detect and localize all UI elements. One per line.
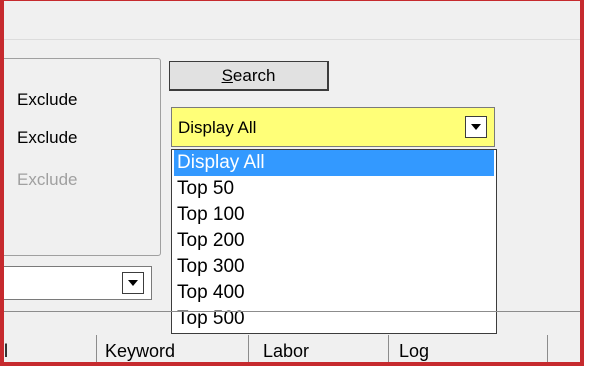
search-button-accesskey: S [221,66,233,85]
dropdown-option-top-200[interactable]: Top 200 [172,228,496,254]
top-strip [4,1,580,40]
search-button[interactable]: Search [169,61,329,91]
chevron-down-icon[interactable] [122,272,144,294]
chevron-down-icon[interactable] [465,116,487,138]
dropdown-option-top-100[interactable]: Top 100 [172,202,496,228]
dropdown-option-display-all[interactable]: Display All [174,150,494,176]
tab-log[interactable]: Log [388,335,548,362]
search-button-label: earch [232,66,276,85]
dropdown-option-top-50[interactable]: Top 50 [172,176,496,202]
secondary-combo[interactable] [4,266,152,300]
exclude-label-1: Exclude [17,90,78,109]
tab-strip: l Keyword Labor Log [4,335,580,362]
display-combo[interactable]: Display All [171,107,495,147]
dropdown-option-top-400[interactable]: Top 400 [172,280,496,306]
tab-keyword[interactable]: Keyword [96,335,246,362]
tab-labor[interactable]: Labor [248,335,386,362]
filter-groupbox [4,58,161,256]
dropdown-option-top-500[interactable]: Top 500 [172,306,496,332]
display-dropdown-list[interactable]: Display All Top 50 Top 100 Top 200 Top 3… [171,149,497,334]
exclude-label-2: Exclude [17,128,78,147]
exclude-label-3-disabled: Exclude [17,170,78,189]
window-frame: Exclude Exclude Exclude Search Display A… [0,0,584,366]
tab-partial[interactable]: l [4,335,8,362]
display-combo-value: Display All [178,118,257,137]
tab-separator-line [4,311,580,312]
dropdown-option-top-300[interactable]: Top 300 [172,254,496,280]
